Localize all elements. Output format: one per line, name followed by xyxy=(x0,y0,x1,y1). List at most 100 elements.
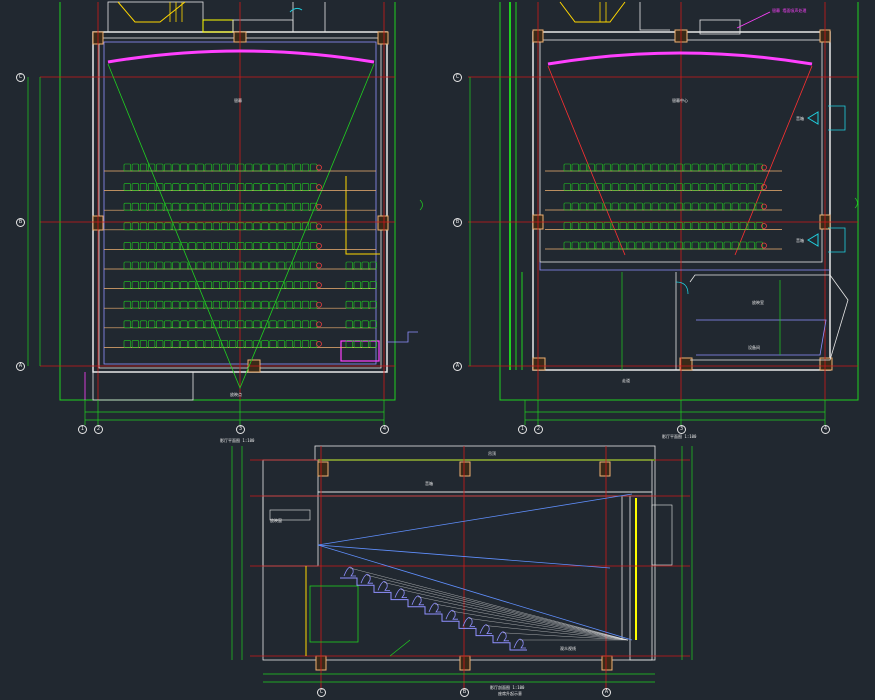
seat-left-plan xyxy=(204,281,212,289)
seat-left-plan xyxy=(293,261,302,270)
seat-left-side xyxy=(361,281,369,289)
seat-left-plan xyxy=(172,340,180,348)
section-seat xyxy=(445,609,458,620)
seat-left-side xyxy=(361,320,369,329)
seat-right-plan xyxy=(707,183,715,191)
seat-left-plan xyxy=(139,222,148,231)
seat-right-plan xyxy=(635,241,643,250)
seat-right-plan xyxy=(579,163,587,172)
seat-left-plan xyxy=(285,281,293,289)
seat-right-plan xyxy=(563,222,571,230)
seat-left-plan xyxy=(164,340,172,348)
seat-left-plan xyxy=(172,300,180,309)
seat-right-plan xyxy=(611,183,619,191)
seat-left-plan xyxy=(253,281,261,289)
seat-left-plan xyxy=(156,222,164,231)
seat-left-plan xyxy=(309,163,318,172)
seat-left-plan xyxy=(204,261,212,270)
aisle-marker xyxy=(316,321,322,328)
seat-left-plan xyxy=(293,163,302,172)
aisle-marker xyxy=(316,341,322,347)
seat-left-plan xyxy=(261,163,269,172)
seat-right-plan xyxy=(579,183,587,191)
seat-left-plan xyxy=(229,281,237,289)
seat-left-plan xyxy=(253,202,261,211)
seat-left-plan xyxy=(269,320,277,329)
seat-left-plan xyxy=(164,281,172,289)
aisle-marker xyxy=(316,262,322,269)
seat-left-plan xyxy=(309,242,318,250)
seat-left-plan xyxy=(204,163,212,172)
seat-left-plan xyxy=(131,261,140,270)
seat-right-plan xyxy=(747,222,755,230)
seat-right-plan xyxy=(571,241,579,250)
seat-right-plan xyxy=(691,202,699,211)
seat-left-plan xyxy=(196,183,204,191)
seat-left-plan xyxy=(229,261,237,270)
seat-left-plan xyxy=(148,222,156,231)
seat-left-plan xyxy=(156,163,164,172)
seat-right-plan xyxy=(739,163,747,172)
seat-right-plan xyxy=(699,241,707,250)
seat-left-plan xyxy=(293,281,302,289)
seat-left-plan xyxy=(253,183,261,191)
seat-left-plan xyxy=(237,222,245,231)
seat-left-plan xyxy=(277,300,285,309)
axis-bubble-c-right: C xyxy=(453,73,462,82)
seat-left-plan xyxy=(148,340,156,348)
seat-right-plan xyxy=(675,183,683,191)
axis-bubble-4-right: 4 xyxy=(821,425,830,434)
seat-right-plan xyxy=(683,222,691,230)
seat-right-plan xyxy=(707,241,715,250)
axis-bubble-b-left: B xyxy=(16,218,25,227)
seat-left-plan xyxy=(261,242,269,250)
seat-left-plan xyxy=(188,281,196,289)
seat-left-plan xyxy=(237,163,245,172)
seat-left-plan xyxy=(269,183,277,191)
seat-left-plan xyxy=(229,320,237,329)
seat-right-plan xyxy=(739,202,747,211)
seat-left-plan xyxy=(123,281,131,289)
seat-right-plan xyxy=(707,202,715,211)
seat-left-plan xyxy=(261,183,269,191)
seat-left-plan xyxy=(204,242,212,250)
plan-left-projector-label: 放映点 xyxy=(230,392,242,397)
seat-left-plan xyxy=(131,183,140,191)
seat-left-plan xyxy=(277,261,285,270)
seat-left-plan xyxy=(269,222,277,231)
seat-left-plan xyxy=(212,183,221,191)
seat-right-plan xyxy=(643,222,651,230)
seat-right-plan xyxy=(715,202,723,211)
plan-left-title: 影厅平面图 1:100 xyxy=(220,438,255,443)
seat-left-plan xyxy=(188,242,196,250)
seat-right-plan xyxy=(611,163,619,172)
seat-left-plan xyxy=(237,183,245,191)
seat-right-plan xyxy=(611,202,619,211)
seat-right-plan xyxy=(667,163,675,172)
axis-bubble-b-section: B xyxy=(460,688,469,697)
seat-left-plan xyxy=(261,202,269,211)
seat-right-plan xyxy=(731,222,739,230)
seat-left-plan xyxy=(212,340,221,348)
axis-bubble-c-section: C xyxy=(317,688,326,697)
seat-right-plan xyxy=(699,183,707,191)
seat-right-plan xyxy=(563,183,571,191)
seat-left-plan xyxy=(212,300,221,309)
axis-bubble-a-right: A xyxy=(453,362,462,371)
seat-left-plan xyxy=(269,261,277,270)
seat-right-plan xyxy=(587,241,595,250)
seat-left-plan xyxy=(172,261,180,270)
seat-left-plan xyxy=(180,183,188,191)
seat-left-plan xyxy=(277,163,285,172)
seat-right-plan xyxy=(579,202,587,211)
seat-left-plan xyxy=(156,261,164,270)
plan-right-screen-label: 银幕中心 xyxy=(672,98,688,103)
seat-left-plan xyxy=(277,340,285,348)
seat-left-plan xyxy=(253,320,261,329)
seat-right-plan xyxy=(571,202,579,211)
seat-left-plan xyxy=(229,242,237,250)
seat-right-plan xyxy=(691,183,699,191)
seat-left-plan xyxy=(229,183,237,191)
seat-left-plan xyxy=(188,163,196,172)
seat-left-plan xyxy=(220,222,229,231)
